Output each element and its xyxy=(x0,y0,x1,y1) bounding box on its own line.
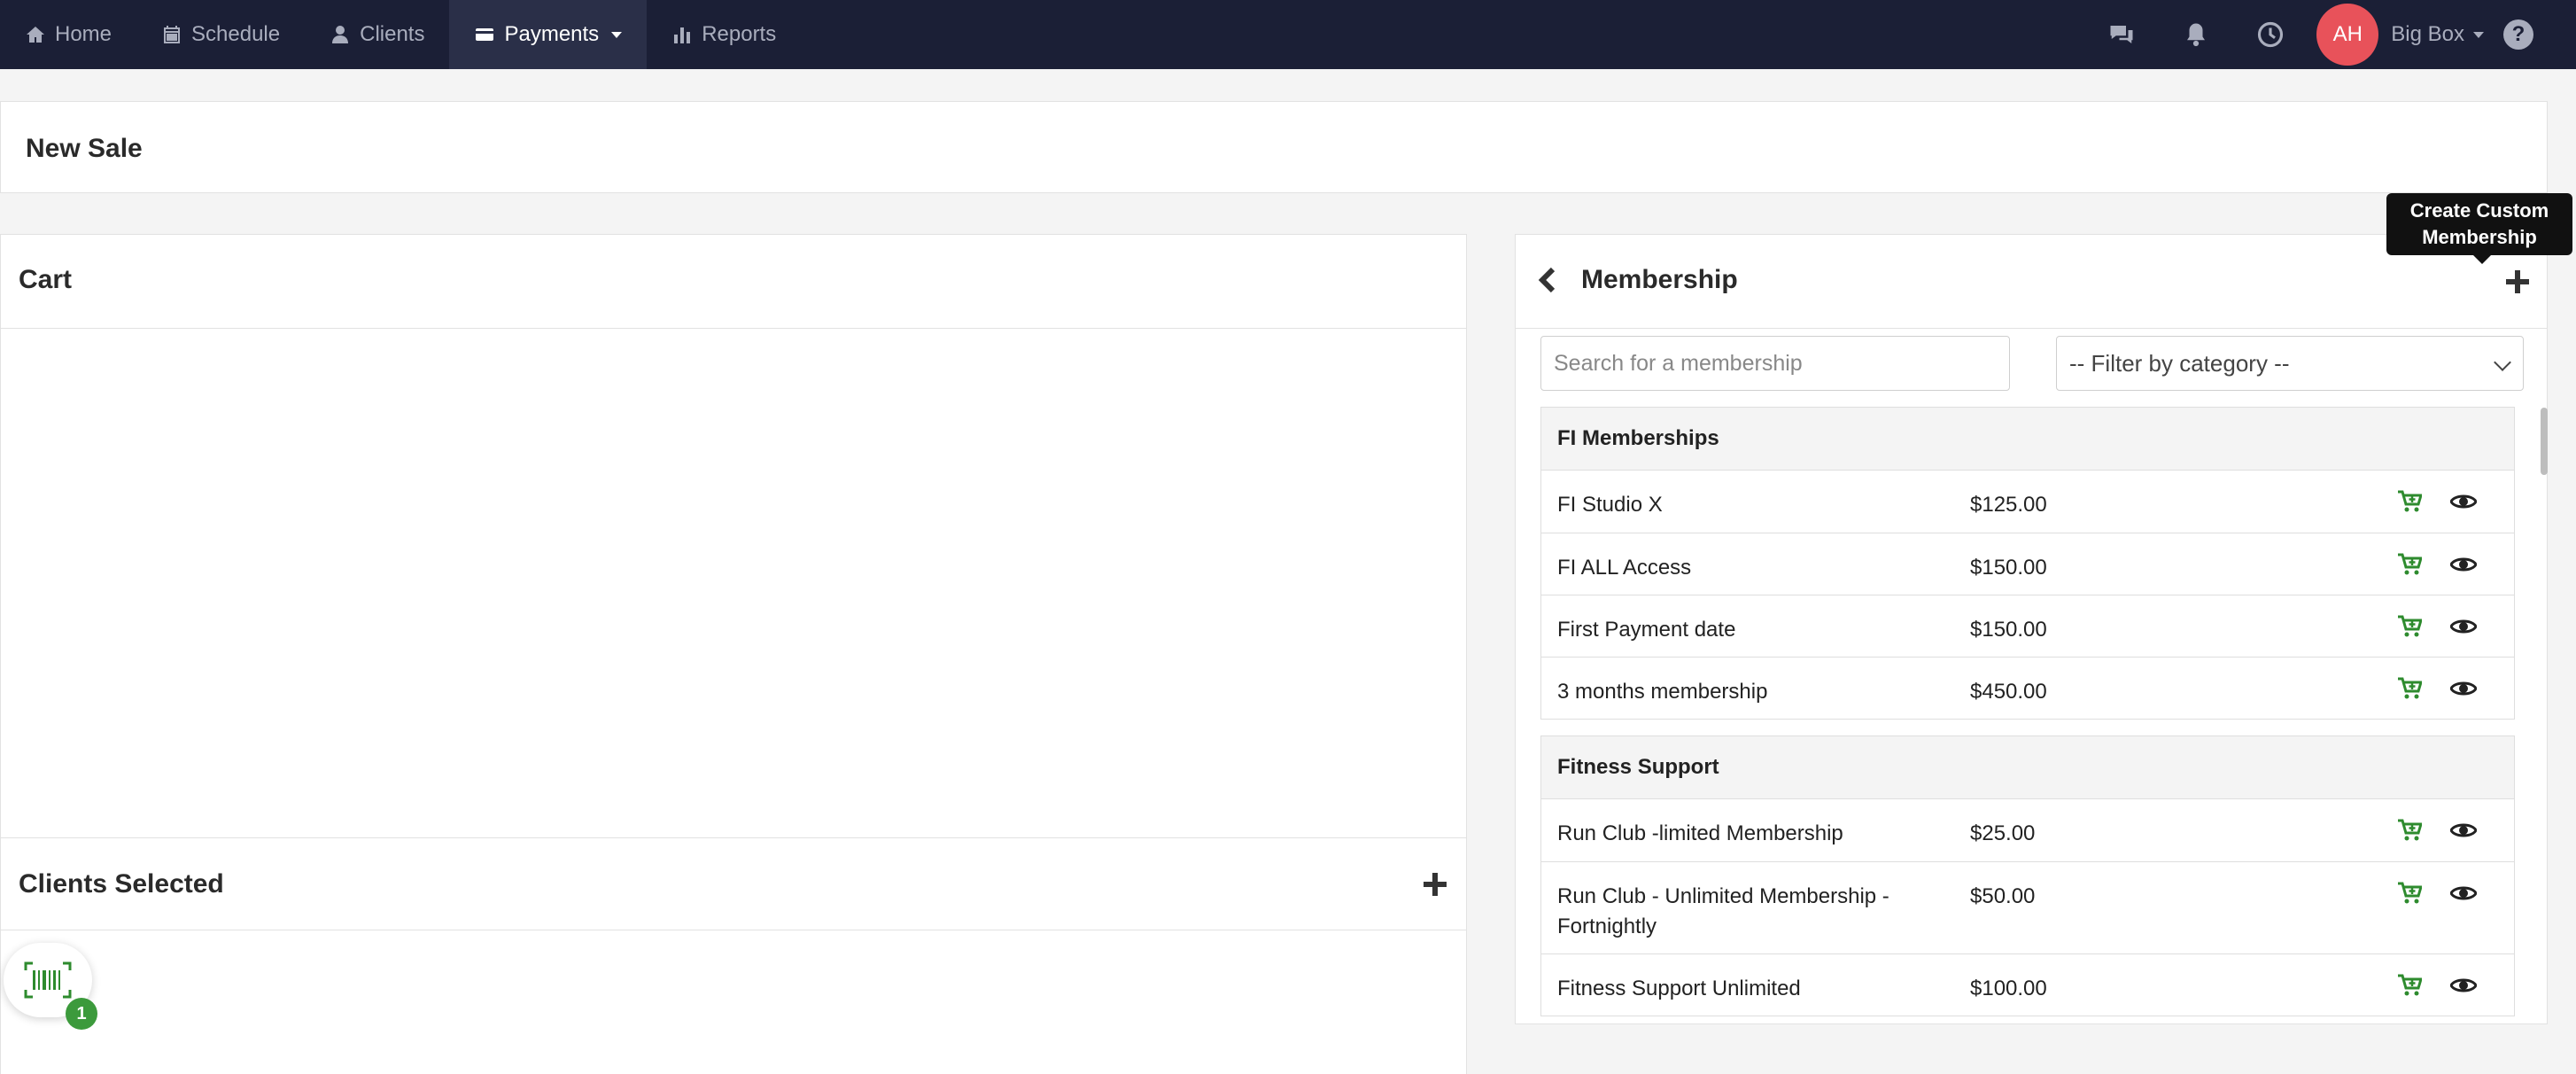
nav-home[interactable]: Home xyxy=(0,0,136,69)
nav-clients-label: Clients xyxy=(360,22,425,46)
clock-icon xyxy=(2258,21,2284,48)
membership-price: $100.00 xyxy=(1970,977,2047,1000)
membership-search-input[interactable] xyxy=(1540,336,2010,391)
divider xyxy=(1516,328,2547,329)
clients-selected-title: Clients Selected xyxy=(19,869,224,899)
membership-name: Run Club -limited Membership xyxy=(1557,821,1843,845)
create-custom-membership-button[interactable] xyxy=(2504,268,2531,295)
membership-list: FI Memberships FI Studio X $125.00 FI AL… xyxy=(1540,407,2515,1023)
chevron-down-icon xyxy=(2494,354,2511,371)
divider xyxy=(1,837,1466,838)
nav-clients[interactable]: Clients xyxy=(305,0,449,69)
membership-price: $50.00 xyxy=(1970,884,2036,908)
org-switcher[interactable]: Big Box xyxy=(2391,22,2484,47)
bell-icon xyxy=(2187,23,2206,47)
page-header: New Sale xyxy=(0,101,2548,193)
notifications-button[interactable] xyxy=(2159,0,2233,69)
barcode-icon xyxy=(24,961,72,999)
chat-icon xyxy=(2110,26,2133,43)
add-to-cart-icon[interactable] xyxy=(2397,882,2422,905)
add-to-cart-icon[interactable] xyxy=(2397,974,2422,997)
membership-scrollbar[interactable] xyxy=(2541,408,2548,475)
bar-chart-icon xyxy=(674,27,691,43)
nav-payments[interactable]: Payments xyxy=(449,0,648,69)
view-eye-icon[interactable] xyxy=(2450,819,2477,842)
category-group: FI Studio X $125.00 FI ALL Access $150.0… xyxy=(1540,471,2515,720)
add-to-cart-icon[interactable] xyxy=(2397,490,2422,513)
add-to-cart-icon[interactable] xyxy=(2397,677,2422,700)
nav-reports[interactable]: Reports xyxy=(647,0,801,69)
membership-name: Run Club - Unlimited Membership - Fortni… xyxy=(1557,884,1889,938)
membership-price: $450.00 xyxy=(1970,680,2047,704)
membership-name: Fitness Support Unlimited xyxy=(1557,977,1801,1000)
cart-panel: Cart Clients Selected xyxy=(0,234,1467,1074)
nav-reports-label: Reports xyxy=(702,22,777,46)
category-filter-select[interactable]: -- Filter by category -- xyxy=(2056,336,2524,391)
membership-title: Membership xyxy=(1581,265,1738,294)
top-navbar: Home Schedule Clients Payments Reports A… xyxy=(0,0,2576,69)
view-eye-icon[interactable] xyxy=(2450,882,2477,905)
messages-button[interactable] xyxy=(2084,0,2159,69)
help-icon[interactable]: ? xyxy=(2503,19,2533,50)
membership-price: $150.00 xyxy=(1970,618,2047,642)
view-eye-icon[interactable] xyxy=(2450,677,2477,700)
page-title: New Sale xyxy=(26,134,143,163)
membership-price: $150.00 xyxy=(1970,556,2047,580)
chevron-down-icon xyxy=(2473,31,2484,38)
category-header: FI Memberships xyxy=(1540,407,2515,471)
nav-home-label: Home xyxy=(55,22,113,46)
view-eye-icon[interactable] xyxy=(2450,553,2477,576)
create-custom-membership-tooltip: Create Custom Membership xyxy=(2386,193,2572,264)
list-item: FI Studio X $125.00 xyxy=(1541,471,2514,533)
membership-price: $125.00 xyxy=(1970,493,2047,517)
list-item: 3 months membership $450.00 xyxy=(1541,657,2514,719)
nav-schedule-label: Schedule xyxy=(191,22,281,46)
home-icon xyxy=(27,27,44,43)
view-eye-icon[interactable] xyxy=(2450,490,2477,513)
category-group: Run Club -limited Membership $25.00 Run … xyxy=(1540,799,2515,1016)
view-eye-icon[interactable] xyxy=(2450,974,2477,997)
membership-name: First Payment date xyxy=(1557,618,1736,642)
add-to-cart-icon[interactable] xyxy=(2397,615,2422,638)
nav-schedule[interactable]: Schedule xyxy=(136,0,305,69)
avatar[interactable]: AH xyxy=(2316,4,2379,66)
view-eye-icon[interactable] xyxy=(2450,615,2477,638)
history-button[interactable] xyxy=(2233,0,2308,69)
membership-name: FI Studio X xyxy=(1557,493,1663,517)
add-to-cart-icon[interactable] xyxy=(2397,553,2422,576)
card-icon xyxy=(476,28,494,41)
list-item: Fitness Support Unlimited $100.00 xyxy=(1541,953,2514,1016)
chevron-left-icon[interactable] xyxy=(1535,267,1560,293)
add-to-cart-icon[interactable] xyxy=(2397,819,2422,842)
membership-price: $25.00 xyxy=(1970,821,2036,845)
divider xyxy=(1,328,1466,329)
user-icon xyxy=(332,26,349,43)
list-item: Run Club -limited Membership $25.00 xyxy=(1541,799,2514,861)
add-client-button[interactable] xyxy=(1422,871,1448,898)
cart-title: Cart xyxy=(19,265,73,294)
list-item: FI ALL Access $150.00 xyxy=(1541,533,2514,595)
membership-panel: Membership -- Filter by category -- FI M… xyxy=(1515,234,2548,1024)
notification-badge: 1 xyxy=(66,998,97,1030)
category-filter-value: -- Filter by category -- xyxy=(2069,349,2290,377)
nav-right-group: AH Big Box ? xyxy=(2084,0,2576,69)
list-item: First Payment date $150.00 xyxy=(1541,595,2514,657)
calendar-icon xyxy=(164,26,181,43)
org-name: Big Box xyxy=(2391,22,2464,46)
list-item: Run Club - Unlimited Membership - Fortni… xyxy=(1541,861,2514,953)
chevron-down-icon xyxy=(611,31,623,38)
category-header: Fitness Support xyxy=(1540,735,2515,799)
nav-payments-label: Payments xyxy=(504,22,600,46)
membership-name: FI ALL Access xyxy=(1557,556,1692,580)
membership-name: 3 months membership xyxy=(1557,680,1768,704)
